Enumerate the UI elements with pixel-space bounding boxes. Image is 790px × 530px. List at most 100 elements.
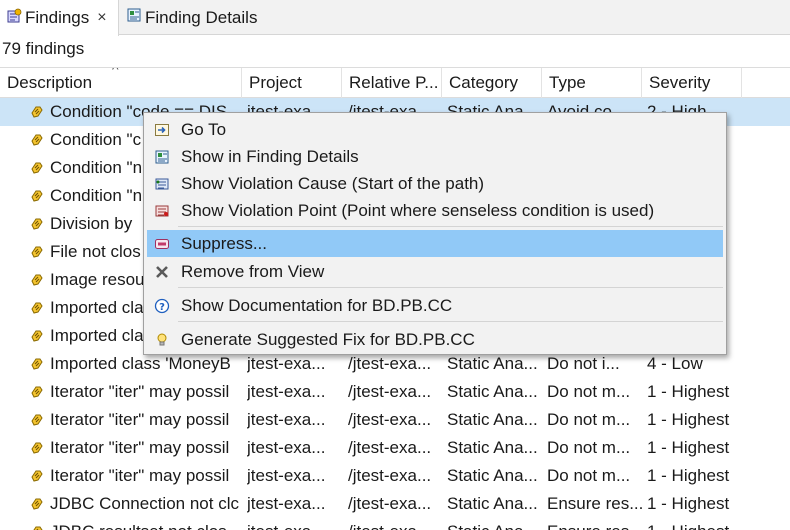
cell-severity: 1 - Highest [647, 410, 730, 429]
menu-item-goto[interactable]: Go To [147, 116, 723, 143]
menu-item-help[interactable]: ? Show Documentation for BD.PB.CC [147, 292, 723, 319]
goto-icon [147, 116, 177, 143]
table-row[interactable]: JDBC Connection not clc jtest-exa... /jtes… [0, 490, 790, 518]
cell-severity: 1 - Highest [647, 466, 730, 485]
sort-ascending-icon: ^ [112, 68, 119, 77]
finding-severity-icon [29, 294, 49, 322]
table-row[interactable]: JDBC resultset not clos jtest-exa/jtest-e… [0, 518, 790, 530]
menu-separator [178, 287, 723, 288]
findings-view-icon [6, 8, 22, 29]
cell-category: Static Ana... [447, 494, 538, 513]
column-header-type[interactable]: Type [542, 68, 642, 98]
menu-item-label: Remove from View [181, 261, 325, 281]
menu-item-label: Show Violation Point (Point where sensel… [181, 200, 655, 220]
cell-category: Static Ana... [447, 466, 538, 485]
menu-item-label: Show Documentation for BD.PB.CC [181, 295, 453, 315]
finding-severity-icon [29, 154, 49, 182]
cell-description: Iterator "iter" may possil [50, 438, 230, 457]
menu-item-violation-cause[interactable]: Show Violation Cause (Start of the path) [147, 170, 723, 197]
tab-findings[interactable]: Findings × [0, 0, 119, 36]
menu-separator [178, 226, 723, 227]
table-row[interactable]: Iterator "iter" may possil jtest-exa... /j… [0, 462, 790, 490]
finding-severity-icon [29, 462, 49, 490]
menu-item-label: Go To [181, 119, 227, 139]
menu-item-label: Show Violation Cause (Start of the path) [181, 173, 485, 193]
table-row[interactable]: Iterator "iter" may possil jtest-exa... /j… [0, 406, 790, 434]
menu-item-label: Generate Suggested Fix for BD.PB.CC [181, 329, 475, 349]
finding-severity-icon [29, 434, 49, 462]
finding-severity-icon [29, 518, 49, 530]
finding-details-icon [147, 143, 177, 170]
column-header-label: Description [7, 73, 93, 92]
cell-category: Static Ana... [447, 382, 538, 401]
cell-relative-path: /jtest-exa [348, 518, 442, 530]
tab-finding-details-label: Finding Details [145, 7, 258, 27]
cell-type: Do not m... [547, 466, 631, 485]
cell-severity: 1 - Highest [647, 382, 730, 401]
cell-relative-path: /jtest-exa... [348, 410, 432, 429]
finding-severity-icon [29, 406, 49, 434]
cell-type: Do not m... [547, 382, 631, 401]
cell-type: Do not m... [547, 410, 631, 429]
cell-relative-path: /jtest-exa... [348, 438, 432, 457]
table-row[interactable]: Iterator "iter" may possil jtest-exa... /j… [0, 378, 790, 406]
remove-icon [147, 258, 177, 285]
menu-separator [178, 321, 723, 322]
cell-project: jtest-exa... [247, 494, 326, 513]
menu-item-remove[interactable]: Remove from View [147, 258, 723, 285]
finding-severity-icon [29, 266, 49, 294]
column-header-relative-path[interactable]: Relative P... [342, 68, 442, 98]
finding-severity-icon [29, 210, 49, 238]
column-header-label: Category [449, 73, 518, 92]
suppress-icon [147, 230, 177, 257]
cell-severity: 1 - Highest [647, 494, 730, 513]
cell-description: JDBC Connection not clc [50, 494, 239, 513]
table-header: Description ^ Project Relative P... Cate… [0, 67, 790, 98]
cell-type: Ensure res... [547, 494, 643, 513]
column-header-label: Severity [649, 73, 711, 92]
findings-count: 79 findings [2, 39, 85, 58]
cell-relative-path: /jtest-exa... [348, 382, 432, 401]
menu-item-finding-details[interactable]: Show in Finding Details [147, 143, 723, 170]
cell-project: jtest-exa... [247, 382, 326, 401]
violation-cause-icon [147, 170, 177, 197]
finding-severity-icon [29, 182, 49, 210]
cell-relative-path: /jtest-exa... [348, 466, 432, 485]
finding-severity-icon [29, 322, 49, 350]
finding-severity-icon [29, 350, 49, 378]
column-header-description[interactable]: Description ^ [0, 68, 242, 98]
context-menu: Go To Show in Finding Details Show Violati… [143, 112, 727, 355]
menu-item-violation-point[interactable]: Show Violation Point (Point where sensel… [147, 197, 723, 224]
finding-severity-icon [29, 126, 49, 154]
lightbulb-icon [147, 326, 177, 353]
table-row[interactable]: Iterator "iter" may possil jtest-exa... /j… [0, 434, 790, 462]
cell-project: jtest-exa... [247, 466, 326, 485]
cell-project: jtest-exa [247, 518, 343, 530]
help-icon: ? [147, 292, 177, 319]
violation-point-icon [147, 197, 177, 224]
cell-category: Static Ana... [447, 438, 538, 457]
close-icon[interactable]: × [97, 9, 106, 27]
column-header-severity[interactable]: Severity [642, 68, 742, 98]
finding-severity-icon [29, 98, 49, 126]
menu-item-suppress[interactable]: Suppress... [147, 230, 723, 257]
column-header-label: Type [549, 73, 586, 92]
svg-text:?: ? [159, 302, 165, 313]
view-tab-bar: Findings × Finding Details [0, 0, 790, 36]
cell-description: JDBC resultset not clos [50, 518, 242, 530]
finding-severity-icon [29, 490, 49, 518]
cell-relative-path: /jtest-exa... [348, 494, 432, 513]
finding-severity-icon [29, 238, 49, 266]
column-header-label: Project [249, 73, 302, 92]
finding-details-view-icon [126, 7, 142, 28]
finding-severity-icon [29, 378, 49, 406]
column-header-project[interactable]: Project [242, 68, 342, 98]
cell-type: Do not m... [547, 438, 631, 457]
cell-type: Ensure res [547, 518, 643, 530]
column-header-category[interactable]: Category [442, 68, 542, 98]
tab-findings-label: Findings [25, 8, 90, 27]
cell-severity: 1 - Highest [647, 438, 730, 457]
menu-item-lightbulb[interactable]: Generate Suggested Fix for BD.PB.CC [147, 326, 723, 353]
tab-finding-details[interactable]: Finding Details [120, 0, 270, 35]
column-header-label: Relative P... [349, 73, 439, 92]
